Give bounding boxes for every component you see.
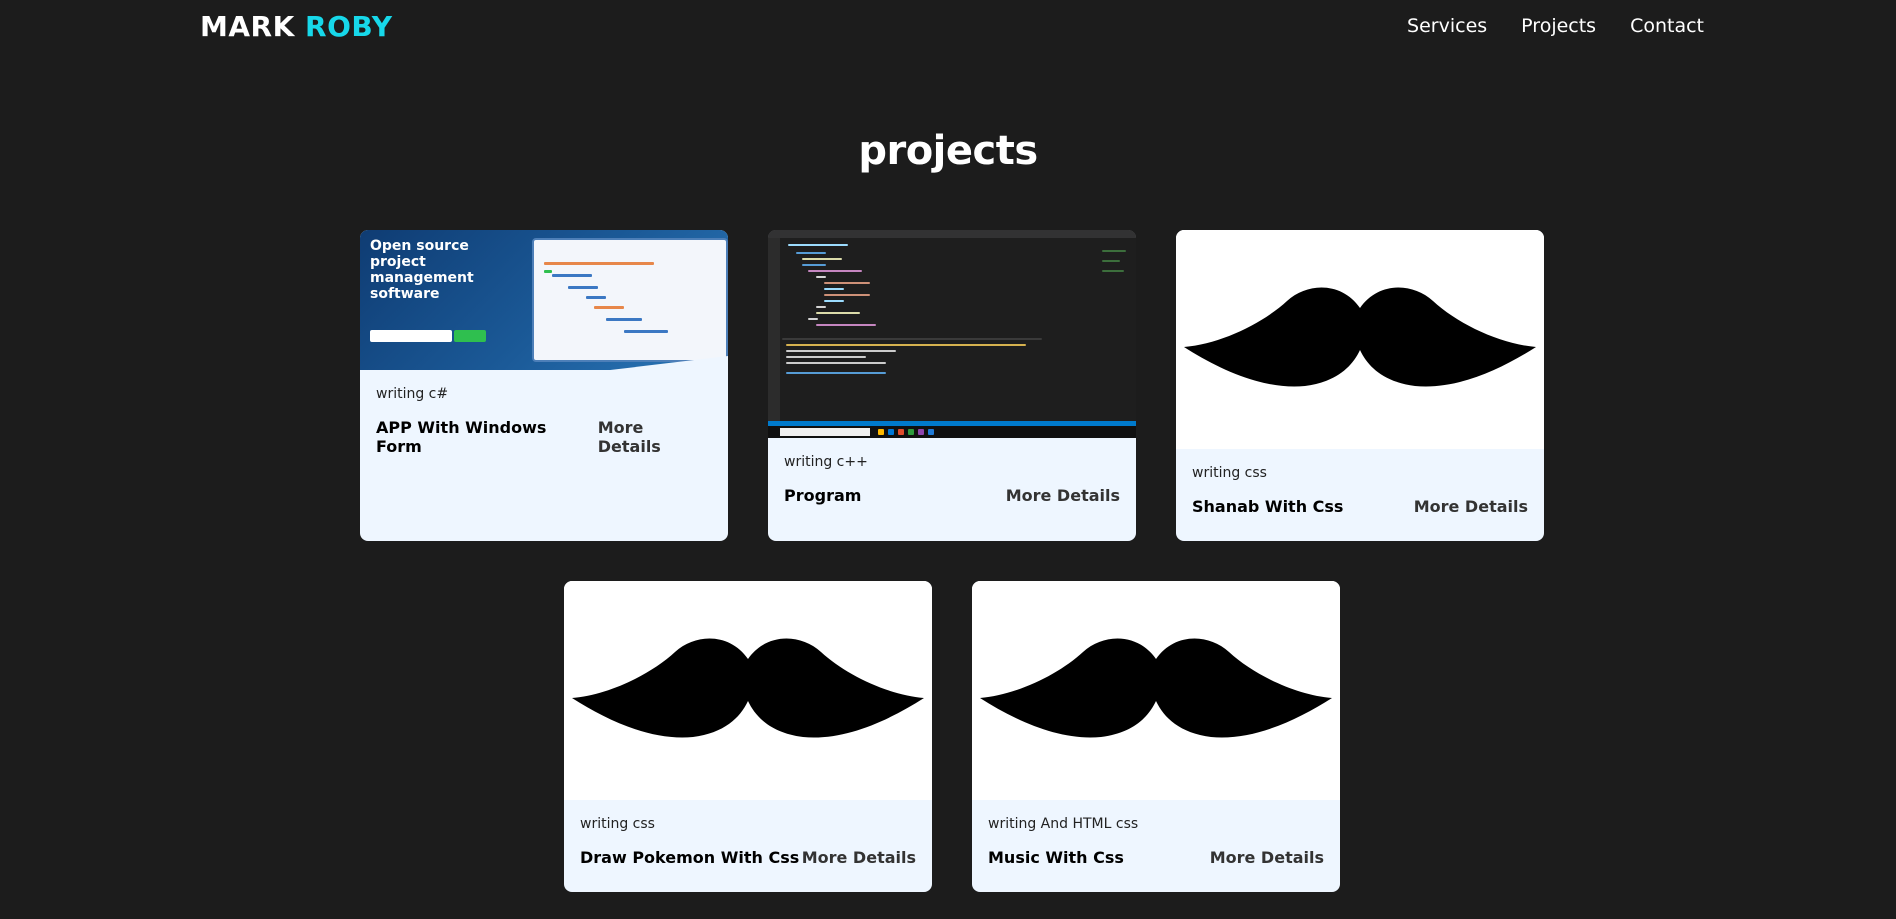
card-body: writing c++ Program More Details	[768, 438, 1136, 505]
card-tag: writing c#	[376, 386, 449, 402]
card-tag: writing css	[1192, 465, 1267, 481]
image-headline: Open source project management software	[370, 238, 474, 302]
project-image: Open source project management software	[360, 230, 728, 370]
card-title: Draw Pokemon With Css	[580, 848, 800, 867]
app-preview	[532, 238, 728, 362]
card-body: writing And HTML css Music With Css More…	[972, 800, 1340, 867]
card-title: Program	[784, 486, 862, 505]
more-details-link[interactable]: More Details	[1006, 486, 1120, 505]
site-header: MARK ROBY Services Projects Contact	[0, 0, 1896, 56]
main-nav: Services Projects Contact	[1407, 15, 1704, 37]
card-tag: writing And HTML css	[988, 816, 1139, 832]
nav-link-projects[interactable]: Projects	[1521, 15, 1596, 37]
more-details-link[interactable]: More Details	[1414, 497, 1528, 516]
card-body: writing c# APP With Windows Form More De…	[360, 370, 728, 456]
project-image	[768, 230, 1136, 438]
logo-second-word: ROBY	[305, 10, 393, 43]
card-tag: writing css	[580, 816, 655, 832]
card-title: Music With Css	[988, 848, 1124, 867]
projects-section-title: projects	[858, 128, 1038, 174]
project-image	[564, 581, 932, 800]
card-body: writing css Draw Pokemon With Css More D…	[564, 800, 932, 867]
more-details-link[interactable]: More Details	[802, 848, 916, 867]
nav-link-services[interactable]: Services	[1407, 15, 1487, 37]
project-image	[972, 581, 1340, 800]
project-card: writing css Draw Pokemon With Css More D…	[564, 581, 932, 892]
more-details-link[interactable]: More Details	[1210, 848, 1324, 867]
card-title: Shanab With Css	[1192, 497, 1344, 516]
card-title: APP With Windows Form	[376, 418, 547, 456]
more-details-link[interactable]: More Details	[598, 418, 712, 456]
project-image	[1176, 230, 1544, 449]
project-card: writing And HTML css Music With Css More…	[972, 581, 1340, 892]
moustache-icon	[572, 638, 924, 738]
card-body: writing css Shanab With Css More Details	[1176, 449, 1544, 516]
card-tag: writing c++	[784, 454, 868, 470]
moustache-icon	[980, 638, 1332, 738]
nav-link-contact[interactable]: Contact	[1630, 15, 1704, 37]
moustache-icon	[1184, 287, 1536, 387]
project-card: Open source project management software …	[360, 230, 728, 541]
site-logo[interactable]: MARK ROBY	[200, 10, 393, 43]
logo-first-word: MARK	[200, 10, 295, 43]
project-card: writing c++ Program More Details	[768, 230, 1136, 541]
project-card: writing css Shanab With Css More Details	[1176, 230, 1544, 541]
